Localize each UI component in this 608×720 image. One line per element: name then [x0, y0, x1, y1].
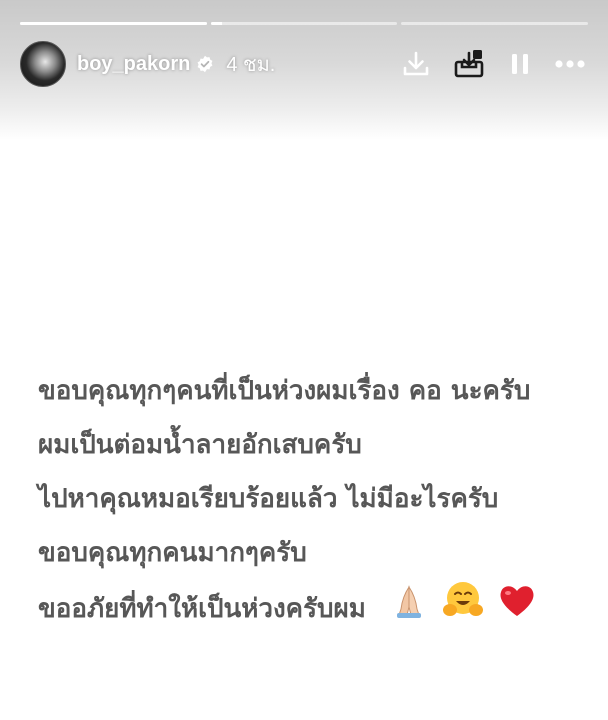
save-to-collection-button[interactable]: [452, 46, 488, 82]
header-actions: [398, 46, 588, 82]
story-line: ไปหาคุณหมอเรียบร้อยแล้ว ไม่มีอะไรครับ: [38, 484, 499, 514]
hugging-face-emoji: [442, 580, 484, 639]
download-icon: [403, 51, 429, 76]
story-line: ขอบคุณทุกๆคนที่เป็นห่วงผมเรื่อง คอ นะครั…: [38, 376, 531, 406]
progress-segment-3: [401, 22, 589, 25]
story-header: boy_pakorn 4 ชม.: [20, 41, 588, 87]
username[interactable]: boy_pakorn: [77, 53, 190, 76]
download-button[interactable]: [398, 46, 434, 82]
avatar[interactable]: [20, 41, 66, 87]
story-line: ขอบคุณทุกคนมากๆครับ: [38, 538, 307, 568]
more-icon: [555, 60, 585, 68]
story-line-with-emojis: ขออภัยที่ทำให้เป็นห่วงครับผม: [38, 580, 598, 639]
pause-button[interactable]: [502, 46, 538, 82]
verified-badge-icon: [196, 55, 214, 73]
post-time: 4 ชม.: [226, 54, 276, 76]
story-line: ผมเป็นต่อมน้ำลายอักเสบครับ: [38, 430, 362, 460]
story-line: ขออภัยที่ทำให้เป็นห่วงครับผม: [38, 594, 366, 624]
story-caption: ขอบคุณทุกๆคนที่เป็นห่วงผมเรื่อง คอ นะครั…: [38, 364, 598, 639]
red-heart-emoji: [497, 582, 537, 637]
folded-hands-emoji: [389, 581, 429, 638]
progress-segment-2: [210, 22, 398, 25]
save-to-collection-icon: [454, 50, 484, 78]
more-button[interactable]: [552, 46, 588, 82]
progress-segment-1: [20, 22, 207, 25]
pause-icon: [512, 54, 528, 74]
story-progress-bar: [20, 22, 589, 25]
